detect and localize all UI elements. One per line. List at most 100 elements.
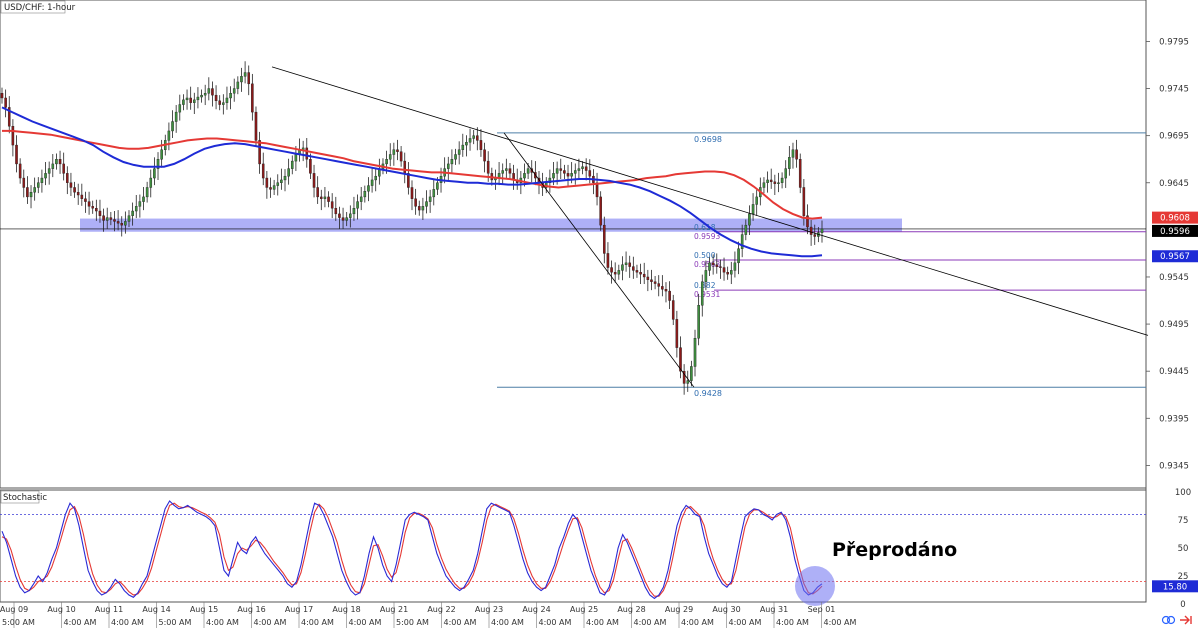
candle-body	[91, 206, 94, 209]
candle-body	[153, 168, 156, 179]
x-date-label: Aug 11	[95, 605, 123, 614]
chart-title: USD/CHF: 1-hour	[4, 3, 76, 13]
price-badge-label: 0.9567	[1160, 252, 1190, 262]
fib-high-label: 0.9698	[694, 135, 722, 144]
candle-body	[791, 149, 795, 158]
candle-body	[4, 97, 7, 108]
candle-body	[802, 187, 806, 216]
candle-body	[762, 182, 766, 188]
candle-body	[185, 97, 189, 101]
candle-body	[51, 163, 55, 169]
x-date-label: Aug 14	[142, 605, 170, 614]
candle-body	[599, 196, 602, 226]
candle-body	[664, 289, 668, 292]
price-tick-label: 0.9645	[1159, 179, 1189, 189]
x-time-label: 4:00 AM	[64, 618, 97, 627]
candle-body	[461, 144, 465, 150]
candle-body	[196, 96, 200, 101]
x-date-label: Aug 10	[47, 605, 75, 614]
price-tick-label: 0.9345	[1159, 461, 1189, 471]
candle-body	[272, 185, 276, 190]
x-time-label: 4:00 AM	[349, 618, 382, 627]
candle-body	[577, 168, 581, 171]
candle-body	[316, 187, 319, 198]
candle-body	[243, 72, 247, 77]
candle-body	[820, 228, 824, 233]
candle-body	[47, 168, 51, 174]
x-date-label: Sep 01	[808, 605, 836, 614]
candle-body	[66, 173, 69, 183]
candle-body	[294, 154, 298, 162]
candle-body	[167, 130, 171, 141]
candle-body	[555, 168, 559, 174]
candle-body	[526, 168, 530, 174]
candle-body	[610, 267, 613, 273]
x-date-label: Aug 24	[522, 605, 550, 614]
x-date-label: Aug 30	[712, 605, 740, 614]
candle-body	[505, 168, 508, 171]
candle-body	[87, 201, 91, 207]
arrow-icon[interactable]	[1180, 615, 1192, 625]
fib-ratio-label: 0.382	[694, 281, 716, 290]
candle-body	[62, 163, 65, 174]
x-date-label: Aug 16	[237, 605, 265, 614]
candle-body	[646, 276, 650, 280]
candle-body	[33, 187, 36, 193]
candle-body	[102, 215, 105, 221]
price-panel	[0, 0, 1147, 489]
candle-body	[784, 168, 788, 179]
stoch-badge-label: 15.80	[1163, 582, 1187, 592]
fib-price-label: 0.9531	[694, 290, 720, 299]
candle-body	[116, 221, 120, 224]
candle-body	[697, 305, 700, 339]
candle-body	[290, 160, 294, 169]
support-zone	[80, 218, 902, 232]
candle-body	[367, 185, 370, 192]
candle-body	[425, 201, 428, 207]
candle-body	[280, 179, 283, 183]
candle-body	[570, 173, 573, 177]
candle-body	[178, 104, 182, 113]
candle-body	[138, 201, 142, 207]
candle-body	[639, 272, 642, 275]
x-date-label: Aug 09	[0, 605, 28, 614]
candle-body	[225, 97, 229, 103]
link-icon[interactable]	[1161, 615, 1176, 625]
x-time-label: 4:00 AM	[206, 618, 239, 627]
candle-body	[356, 201, 359, 209]
candle-body	[704, 270, 708, 282]
fib-price-label: 0.9593	[694, 232, 720, 241]
candle-body	[80, 194, 84, 199]
candle-body	[813, 234, 817, 237]
x-date-label: Aug 28	[617, 605, 645, 614]
x-date-label: Aug 15	[190, 605, 218, 614]
x-time-label: 4:00 AM	[729, 618, 762, 627]
candle-body	[312, 173, 316, 188]
candle-body	[334, 208, 338, 215]
x-time-label: 4:00 AM	[254, 618, 287, 627]
candle-body	[149, 177, 153, 188]
candle-body	[29, 191, 33, 198]
x-date-label: Aug 23	[475, 605, 503, 614]
candle-body	[287, 168, 290, 177]
price-tick-label: 0.9495	[1159, 320, 1189, 330]
candle-body	[421, 206, 425, 211]
candle-body	[737, 248, 740, 264]
candle-body	[584, 166, 588, 171]
price-tick-label: 0.9545	[1159, 273, 1189, 283]
candle-body	[229, 93, 232, 99]
candle-body	[595, 182, 599, 198]
candle-body	[120, 223, 124, 226]
candle-body	[385, 159, 388, 165]
candle-body	[751, 204, 755, 215]
stoch-panel	[0, 489, 1147, 603]
candle-body	[657, 283, 661, 287]
candle-body	[269, 187, 272, 190]
candle-body	[722, 267, 726, 273]
candle-body	[232, 88, 236, 94]
candle-body	[251, 83, 254, 113]
candle-body	[621, 264, 624, 271]
candle-body	[559, 168, 563, 171]
candle-body	[338, 213, 341, 218]
candle-body	[671, 300, 675, 320]
